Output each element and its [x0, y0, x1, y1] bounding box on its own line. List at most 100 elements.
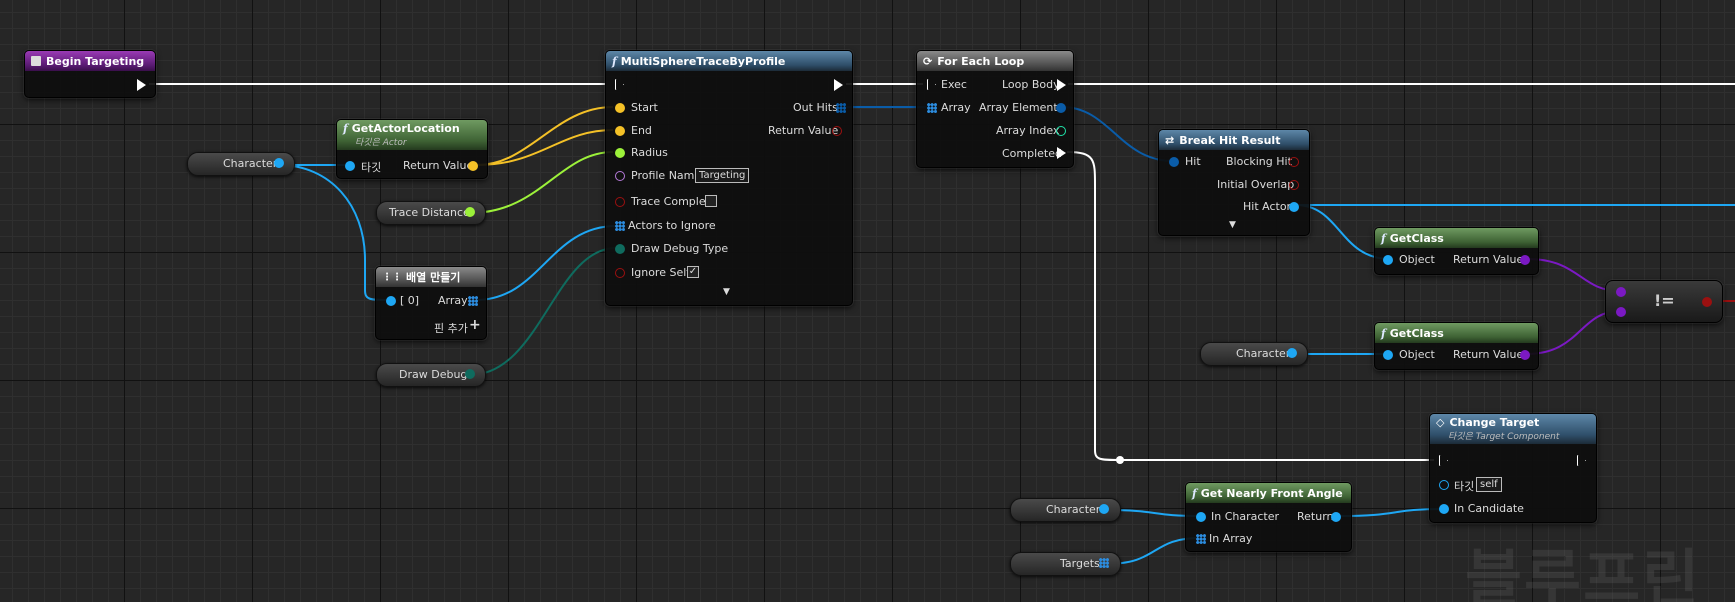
variable-label: Character	[223, 157, 278, 170]
element-0-in-pin[interactable]	[386, 296, 396, 306]
node-header: f Get Nearly Front Angle	[1186, 483, 1351, 503]
for-each-loop-node[interactable]: ⟳ For Each Loop Exec Loop Body Array Arr…	[916, 50, 1074, 168]
start-in-pin[interactable]	[615, 103, 625, 113]
pin-label: Hit Actor	[1243, 200, 1292, 213]
character-variable-node[interactable]: Character	[1200, 342, 1308, 366]
trace-complex-in-pin[interactable]	[615, 197, 625, 207]
object-out-pin[interactable]	[1099, 504, 1109, 514]
loop-body-out-pin[interactable]	[1057, 79, 1066, 91]
pin-label: Return	[1297, 510, 1334, 523]
not-equal-node[interactable]: !=	[1605, 280, 1723, 323]
expand-arrow-icon[interactable]: ▼	[723, 287, 730, 297]
float-wire	[469, 151, 614, 214]
pin-label: Ignore Self	[631, 266, 691, 279]
a-in-pin[interactable]	[1616, 287, 1626, 297]
actors-to-ignore-in-pin[interactable]	[615, 221, 625, 231]
out-hits-out-pin[interactable]	[836, 103, 846, 113]
exec-in-pin[interactable]	[1439, 455, 1448, 466]
draw-debug-type-in-pin[interactable]	[615, 244, 625, 254]
function-icon: f	[1381, 326, 1386, 340]
make-array-node[interactable]: ⋮⋮ 배열 만들기 [ 0] Array 핀 추가 +	[375, 266, 487, 340]
return-value-out-pin[interactable]	[832, 126, 842, 136]
node-header: ⇄ Break Hit Result	[1159, 130, 1309, 150]
break-hit-result-node[interactable]: ⇄ Break Hit Result Hit Blocking Hit Init…	[1158, 129, 1310, 236]
in-array-in-pin[interactable]	[1196, 534, 1206, 544]
pin-label: Hit	[1185, 155, 1201, 168]
pin-label: In Candidate	[1454, 502, 1524, 515]
blueprint-graph-canvas[interactable]: 블루프린 Begin Targeting Character f GetActor…	[0, 0, 1735, 602]
array-index-out-pin[interactable]	[1056, 126, 1066, 136]
exec-out-pin[interactable]	[137, 79, 146, 91]
trace-complex-checkbox[interactable]	[705, 195, 717, 207]
object-out-pin[interactable]	[274, 158, 284, 168]
return-value-out-pin[interactable]	[1520, 350, 1530, 360]
get-actor-location-node[interactable]: f GetActorLocation 타깃은 Actor 타깃 Return Va…	[336, 119, 488, 179]
profile-name-field[interactable]: Targeting	[695, 168, 750, 183]
return-out-pin[interactable]	[1331, 512, 1341, 522]
object-in-pin[interactable]	[1383, 350, 1393, 360]
array-wire	[475, 225, 617, 301]
hit-actor-out-pin[interactable]	[1289, 202, 1299, 212]
array-out-pin[interactable]	[468, 296, 478, 306]
pin-label: Return Value	[403, 159, 474, 172]
trace-distance-variable-node[interactable]: Trace Distance	[376, 201, 486, 225]
profile-name-in-pin[interactable]	[615, 171, 625, 181]
break-icon: ⇄	[1165, 133, 1175, 147]
initial-overlap-out-pin[interactable]	[1289, 180, 1299, 190]
completed-out-pin[interactable]	[1057, 147, 1066, 159]
pin-label: Object	[1399, 348, 1435, 361]
exec-in-pin[interactable]	[927, 79, 936, 90]
variable-label: Trace Distance	[389, 206, 470, 219]
in-candidate-in-pin[interactable]	[1439, 504, 1449, 514]
begin-targeting-node[interactable]: Begin Targeting	[24, 50, 156, 98]
pin-label: Radius	[631, 146, 668, 159]
target-in-pin[interactable]	[345, 161, 355, 171]
object-out-pin[interactable]	[1287, 348, 1297, 358]
return-value-out-pin[interactable]	[1520, 255, 1530, 265]
float-out-pin[interactable]	[465, 207, 475, 217]
array-in-pin[interactable]	[927, 103, 937, 113]
pin-label: In Character	[1211, 510, 1280, 523]
change-target-node[interactable]: ◇ Change Target 타깃은 Target Component 타깃 s…	[1429, 413, 1597, 523]
ignore-self-in-pin[interactable]	[615, 268, 625, 278]
character-variable-node[interactable]: Character	[187, 152, 295, 176]
multi-sphere-trace-node[interactable]: f MultiSphereTraceByProfile Start Out Hi…	[605, 50, 853, 306]
pin-label: [ 0]	[400, 294, 420, 307]
custom-event-icon	[31, 56, 41, 66]
character-variable-node[interactable]: Character	[1010, 498, 1121, 522]
get-class-node-1[interactable]: f GetClass Object Return Value	[1374, 227, 1539, 275]
reroute-knot	[1116, 456, 1124, 464]
variable-label: Character	[1046, 503, 1101, 516]
node-title: For Each Loop	[937, 54, 1025, 68]
node-title: MultiSphereTraceByProfile	[620, 54, 786, 68]
pin-label: Array	[941, 101, 971, 114]
get-nearly-front-angle-node[interactable]: f Get Nearly Front Angle In Character Re…	[1185, 482, 1352, 552]
target-self-field[interactable]: self	[1476, 477, 1502, 492]
blocking-hit-out-pin[interactable]	[1289, 157, 1299, 167]
exec-out-pin[interactable]	[834, 79, 843, 91]
add-pin-icon[interactable]: +	[469, 317, 481, 333]
array-out-pin[interactable]	[1099, 558, 1109, 568]
draw-debug-variable-node[interactable]: Draw Debug	[376, 363, 486, 387]
exec-out-pin[interactable]	[1577, 455, 1586, 466]
object-in-pin[interactable]	[1383, 255, 1393, 265]
exec-in-pin[interactable]	[615, 79, 624, 90]
enum-out-pin[interactable]	[465, 369, 475, 379]
array-element-out-pin[interactable]	[1056, 103, 1066, 113]
node-header: ⟳ For Each Loop	[917, 51, 1073, 71]
expand-arrow-icon[interactable]: ▼	[1229, 220, 1236, 230]
node-title: Break Hit Result	[1179, 133, 1281, 147]
targets-variable-node[interactable]: Targets	[1010, 552, 1121, 576]
return-value-out-pin[interactable]	[468, 161, 478, 171]
end-in-pin[interactable]	[615, 126, 625, 136]
pin-label: Array Index	[996, 124, 1060, 137]
radius-in-pin[interactable]	[615, 148, 625, 158]
ignore-self-checkbox[interactable]: ✓	[687, 266, 699, 278]
in-character-in-pin[interactable]	[1196, 512, 1206, 522]
pin-label: Completed	[1002, 147, 1062, 160]
get-class-node-2[interactable]: f GetClass Object Return Value	[1374, 322, 1539, 370]
bool-out-pin[interactable]	[1702, 297, 1712, 307]
target-in-pin[interactable]	[1439, 480, 1449, 490]
b-in-pin[interactable]	[1616, 307, 1626, 317]
hit-in-pin[interactable]	[1169, 157, 1179, 167]
